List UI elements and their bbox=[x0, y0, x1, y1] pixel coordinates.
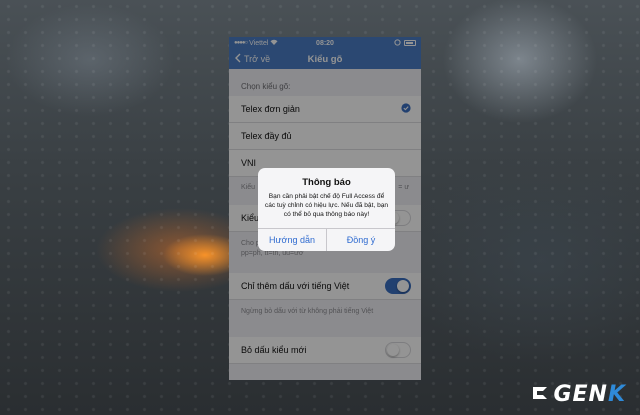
logo-text: GEN bbox=[553, 382, 608, 407]
guide-button[interactable]: Hướng dẫn bbox=[258, 229, 326, 251]
alert-dialog: Thông báo Bạn cần phải bật chế độ Full A… bbox=[258, 168, 395, 251]
logo-accent-text: K bbox=[607, 382, 626, 407]
alert-button-bar: Hướng dẫn Đồng ý bbox=[258, 228, 395, 251]
alert-message: Bạn cần phải bật chế độ Full Access để c… bbox=[264, 193, 389, 218]
logo-mark-icon bbox=[531, 382, 549, 407]
alert-title: Thông báo bbox=[302, 177, 351, 188]
agree-button[interactable]: Đồng ý bbox=[326, 229, 395, 251]
genk-logo: GEN K bbox=[531, 382, 626, 407]
